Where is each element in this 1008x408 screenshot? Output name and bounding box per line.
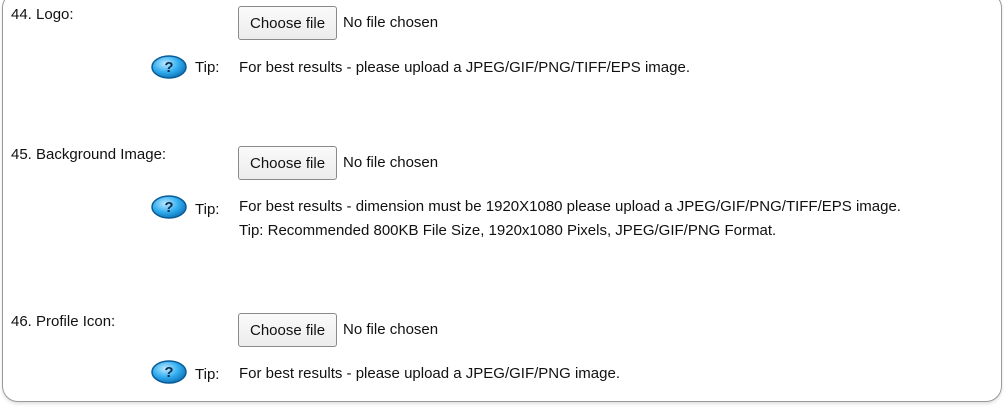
tip-line: For best results - please upload a JPEG/… (239, 365, 620, 382)
question-icon: ? (151, 195, 187, 219)
profile-icon-file-input[interactable]: Choose file No file chosen (238, 313, 438, 347)
profile-icon-tip-text: For best results - please upload a JPEG/… (239, 362, 620, 386)
question-icon: ? (151, 360, 187, 384)
logo-tip-label: Tip: (195, 59, 220, 76)
background-image-tip-label: Tip: (195, 201, 220, 218)
logo-label: 44. Logo: (11, 6, 74, 23)
logo-choose-file-button[interactable]: Choose file (238, 6, 338, 40)
svg-text:?: ? (164, 59, 173, 76)
background-image-choose-file-button[interactable]: Choose file (238, 146, 338, 180)
background-image-file-status: No file chosen (343, 154, 439, 171)
logo-file-status: No file chosen (343, 14, 439, 31)
logo-tip-text: For best results - please upload a JPEG/… (239, 56, 690, 80)
background-image-tip-text: For best results - dimension must be 192… (239, 195, 901, 243)
tip-line: For best results - please upload a JPEG/… (239, 59, 690, 76)
tip-line: For best results - dimension must be 192… (239, 198, 901, 215)
upload-form-panel: 44. Logo: Choose file No file chosen ? T… (2, 0, 1002, 402)
logo-file-input[interactable]: Choose file No file chosen (238, 6, 438, 40)
profile-icon-file-status: No file chosen (343, 321, 439, 338)
svg-text:?: ? (164, 364, 173, 381)
background-image-file-input[interactable]: Choose file No file chosen (238, 146, 438, 180)
question-icon: ? (151, 55, 187, 79)
profile-icon-tip-label: Tip: (195, 366, 220, 383)
tip-line: Tip: Recommended 800KB File Size, 1920x1… (239, 222, 777, 239)
profile-icon-label: 46. Profile Icon: (11, 313, 116, 330)
svg-text:?: ? (164, 199, 173, 216)
profile-icon-choose-file-button[interactable]: Choose file (238, 313, 338, 347)
background-image-label: 45. Background Image: (11, 146, 167, 163)
